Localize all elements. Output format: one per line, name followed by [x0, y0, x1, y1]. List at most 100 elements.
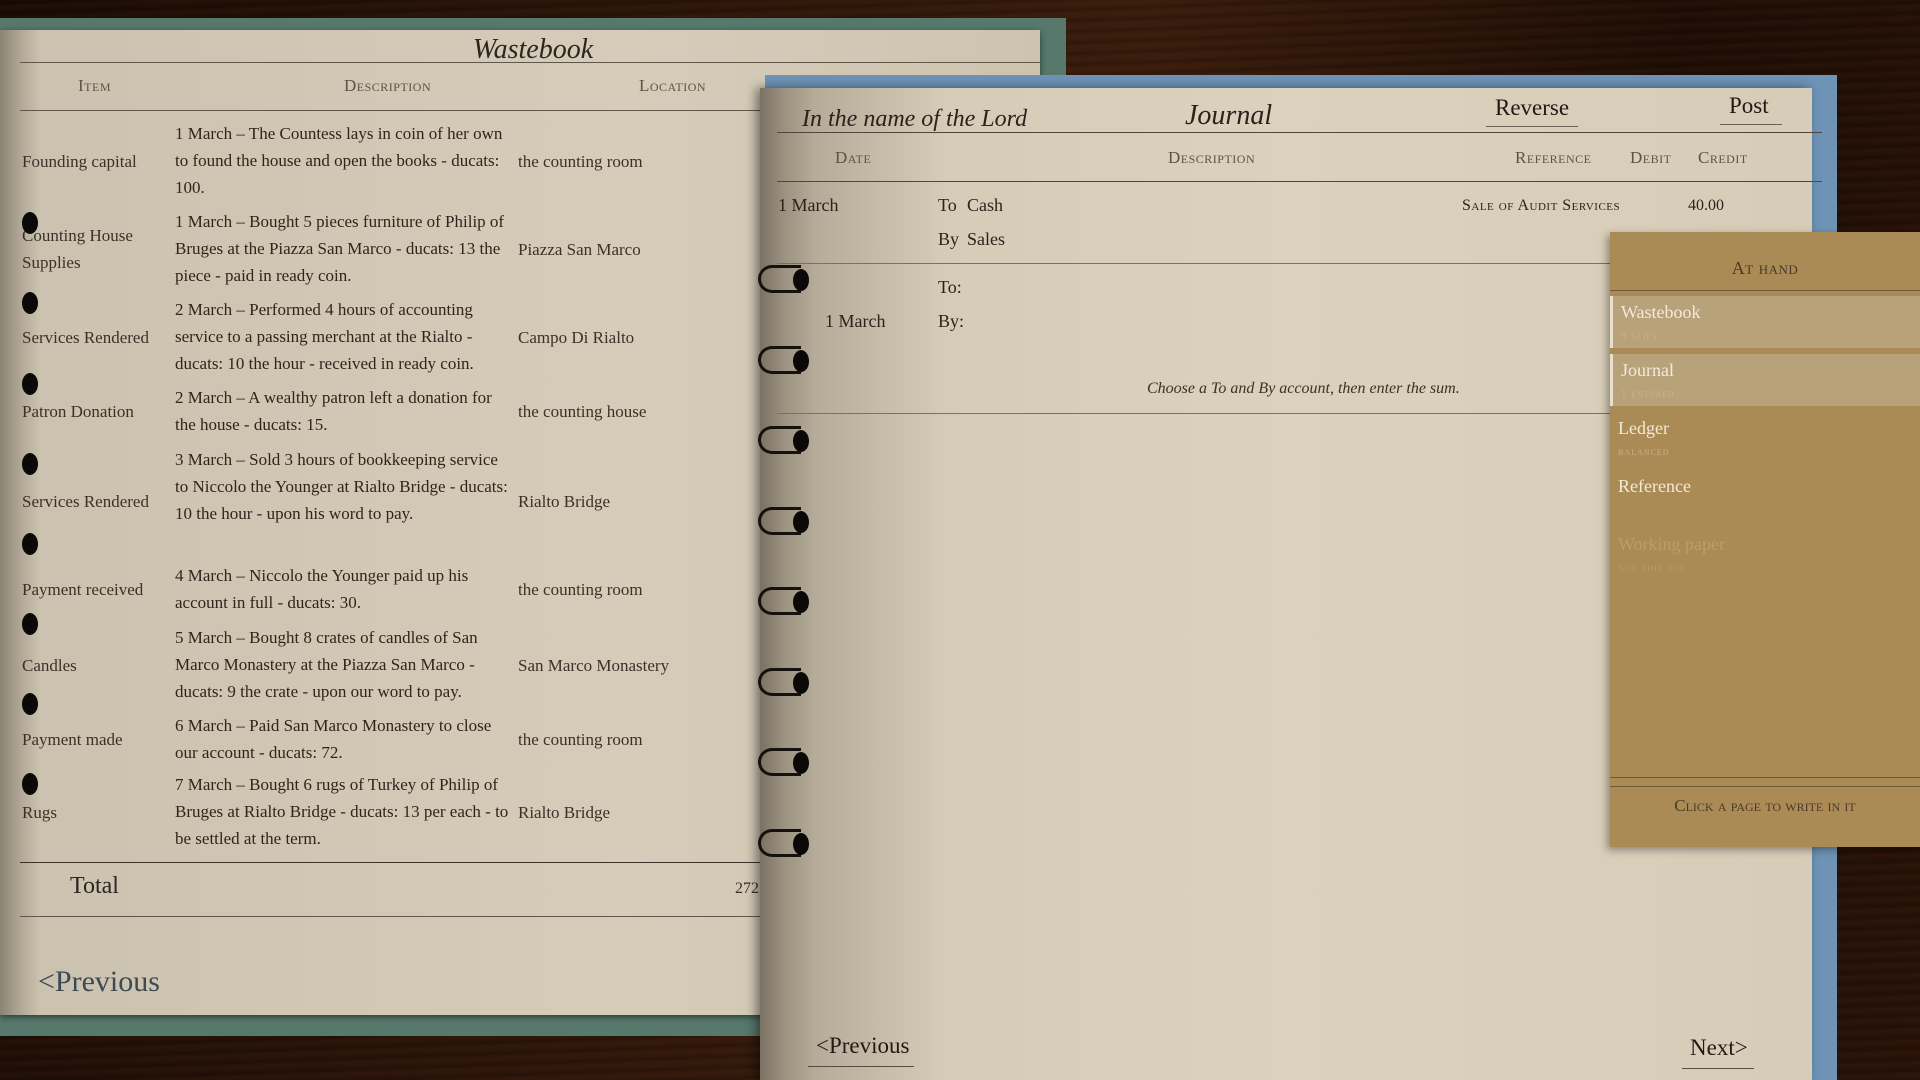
binding-hole: [22, 212, 38, 234]
journal-invocation: In the name of the Lord: [802, 106, 1028, 132]
journal-entry-debit: 40.00: [1688, 197, 1724, 214]
journal-header-reference: Reference: [1515, 148, 1592, 167]
binding-hole: [22, 693, 38, 715]
binding-hole: [793, 752, 809, 774]
wastebook-row-description: 7 March – Bought 6 rugs of Turkey of Phi…: [175, 775, 509, 848]
at-hand-working-paper-sub: not this job: [1618, 562, 1684, 574]
at-hand-footer-rule: [1610, 777, 1920, 778]
wastebook-row[interactable]: Founding capital 1 March – The Countess …: [22, 120, 762, 204]
journal-previous-underline: [808, 1066, 914, 1067]
wastebook-row-description: 1 March – Bought 5 pieces furniture of P…: [175, 212, 505, 285]
journal-hint: Choose a To and By account, then enter t…: [1147, 380, 1460, 397]
journal-entry-by-account: Sales: [967, 229, 1005, 249]
binding-hole: [22, 453, 38, 475]
wastebook-row[interactable]: Counting House Supplies 1 March – Bought…: [22, 208, 762, 292]
journal-entry-by-prefix: By: [938, 229, 960, 249]
journal-title: Journal: [1185, 100, 1273, 131]
journal-entry-reference: Sale of Audit Services: [1462, 197, 1621, 214]
wastebook-total-value: 272: [735, 880, 759, 897]
wastebook-row-item: Counting House Supplies: [22, 226, 133, 272]
journal-next-underline: [1682, 1068, 1754, 1069]
journal-entry-to-prefix: To: [938, 195, 957, 215]
binding-hole: [793, 591, 809, 613]
wastebook-row[interactable]: Services Rendered 2 March – Performed 4 …: [22, 296, 762, 380]
post-button[interactable]: Post: [1729, 93, 1769, 119]
at-hand-journal-label: Journal: [1621, 360, 1674, 380]
wastebook-row-description: 4 March – Niccolo the Younger paid up hi…: [175, 566, 469, 612]
reverse-button-underline: [1486, 126, 1578, 127]
at-hand-reference[interactable]: Reference: [1610, 470, 1920, 522]
journal-header-debit: Debit: [1630, 148, 1672, 167]
journal-header-credit: Credit: [1698, 148, 1748, 167]
wastebook-row-location: Rialto Bridge: [518, 492, 611, 511]
at-hand-title: At hand: [1731, 258, 1799, 278]
journal-new-date: 1 March: [825, 311, 886, 331]
wastebook-total-label: Total: [70, 873, 119, 899]
wastebook-row-location: the counting room: [518, 730, 643, 749]
wastebook-row[interactable]: Patron Donation 2 March – A wealthy patr…: [22, 384, 762, 442]
wastebook-row-item: Payment made: [22, 730, 123, 749]
binding-hole: [22, 292, 38, 314]
binding-hole: [793, 430, 809, 452]
binding-hole: [793, 269, 809, 291]
wastebook-row-item: Patron Donation: [22, 402, 134, 421]
wastebook-title-rule: [20, 62, 1040, 63]
at-hand-ledger[interactable]: Ledger balanced: [1610, 412, 1920, 464]
at-hand-title-rule: [1610, 290, 1920, 291]
wastebook-row-item: Payment received: [22, 580, 144, 599]
wastebook-row-location: San Marco Monastery: [518, 656, 670, 675]
binding-hole: [793, 672, 809, 694]
binding-hole: [22, 613, 38, 635]
wastebook-row-description: 1 March – The Countess lays in coin of h…: [175, 124, 503, 197]
journal-next-button[interactable]: Next>: [1690, 1035, 1748, 1061]
wastebook-row[interactable]: Services Rendered 3 March – Sold 3 hours…: [22, 446, 762, 558]
at-hand-wastebook[interactable]: Wastebook 9 slips: [1610, 296, 1920, 348]
binding-hole: [22, 533, 38, 555]
journal-new-entry-rule: [777, 413, 1612, 414]
wastebook-row-item: Services Rendered: [22, 492, 149, 511]
journal-entry-rule: [777, 263, 1612, 264]
wastebook-row[interactable]: Rugs 7 March – Bought 6 rugs of Turkey o…: [22, 771, 762, 855]
reverse-button[interactable]: Reverse: [1495, 95, 1569, 121]
wastebook-bottom-rule: [20, 916, 762, 917]
journal-header-date: Date: [835, 148, 872, 167]
binding-hole: [793, 511, 809, 533]
wastebook-row-location: the counting house: [518, 402, 647, 421]
wastebook-row[interactable]: Payment made 6 March – Paid San Marco Mo…: [22, 712, 762, 770]
journal-previous-button[interactable]: <Previous: [816, 1033, 909, 1059]
at-hand-footer: Click a page to write in it: [1674, 796, 1856, 815]
at-hand-panel: At hand Wastebook 9 slips Journal 1 ente…: [1610, 232, 1920, 847]
wastebook-row-item: Rugs: [22, 803, 57, 822]
at-hand-wastebook-sub: 9 slips: [1621, 330, 1658, 342]
journal-header-rule: [777, 181, 1822, 182]
wastebook-row-description: 6 March – Paid San Marco Monastery to cl…: [175, 716, 492, 762]
wastebook-row-description: 3 March – Sold 3 hours of bookkeeping se…: [175, 450, 508, 523]
at-hand-journal[interactable]: Journal 1 entered: [1610, 354, 1920, 406]
wastebook-row-location: Rialto Bridge: [518, 803, 611, 822]
at-hand-journal-sub: 1 entered: [1621, 388, 1675, 400]
wastebook-row[interactable]: Payment received 4 March – Niccolo the Y…: [22, 562, 762, 620]
at-hand-footer-rule-2: [1610, 786, 1920, 787]
binding-hole: [793, 350, 809, 372]
at-hand-ledger-sub: balanced: [1618, 446, 1670, 458]
wastebook-header-description: Description: [344, 76, 432, 95]
journal-entry-date: 1 March: [778, 195, 839, 215]
at-hand-working-paper: Working paper not this job: [1610, 528, 1920, 580]
journal-header-description: Description: [1168, 148, 1256, 167]
wastebook-total-rule: [20, 862, 762, 863]
wastebook-row-location: Campo Di Rialto: [518, 328, 635, 347]
wastebook-previous-button[interactable]: <Previous: [38, 965, 160, 999]
post-button-underline: [1720, 124, 1782, 125]
wastebook-row-description: 5 March – Bought 8 crates of candles of …: [175, 628, 478, 701]
wastebook-header-location: Location: [639, 76, 707, 95]
wastebook-row-description: 2 March – A wealthy patron left a donati…: [175, 388, 492, 434]
journal-new-by-label[interactable]: By:: [938, 311, 964, 332]
journal-new-to-label[interactable]: To:: [938, 277, 962, 298]
binding-hole: [793, 833, 809, 855]
wastebook-row-location: Piazza San Marco: [518, 240, 641, 259]
at-hand-working-paper-label: Working paper: [1618, 534, 1726, 554]
binding-hole: [22, 773, 38, 795]
wastebook-row-location: the counting room: [518, 152, 643, 171]
wastebook-row[interactable]: Candles 5 March – Bought 8 crates of can…: [22, 624, 762, 708]
at-hand-reference-label: Reference: [1618, 476, 1691, 496]
